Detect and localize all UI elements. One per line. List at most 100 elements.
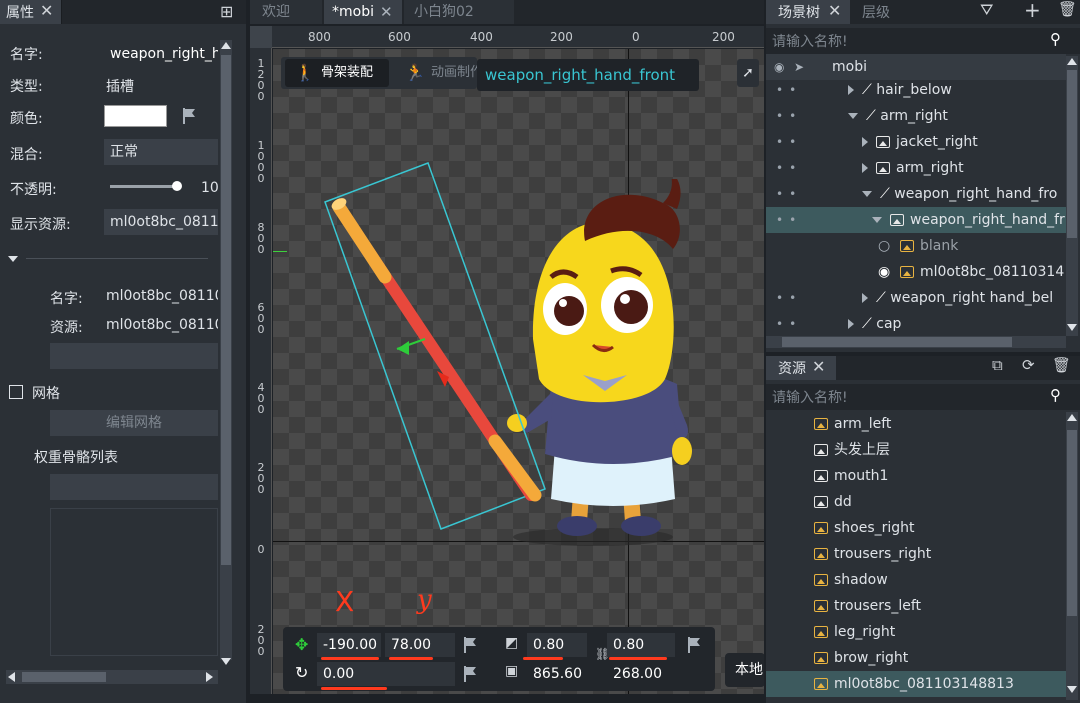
scroll-left-arrow-icon[interactable] (8, 672, 15, 682)
asset-item[interactable]: arm_left (766, 411, 1066, 437)
search-icon[interactable]: ⚲ (1050, 30, 1061, 48)
opacity-slider-handle[interactable] (172, 181, 182, 191)
edit-mesh-button[interactable]: 编辑网格 (50, 410, 218, 436)
asset-item[interactable]: 头发上层 (766, 437, 1066, 463)
canvas-viewport[interactable]: 🚶 骨架装配 🏃 动画制作 weapon_right_hand_front ➚ … (273, 49, 764, 694)
expand-arrow-icon[interactable] (862, 137, 868, 147)
scale-x-field[interactable]: 0.80 (527, 633, 587, 657)
asset-item-selected[interactable]: ml0ot8bc_081103148813 (766, 671, 1066, 697)
tab-mobi[interactable]: *mobi ✕ (324, 0, 402, 24)
asset-item[interactable]: shadow (766, 567, 1066, 593)
radio-icon[interactable]: ○ (878, 233, 890, 259)
tab-welcome[interactable]: 欢迎 (250, 0, 322, 24)
tree-row[interactable]: •• ⟋ weapon_right_hand_fro (766, 181, 1066, 207)
opacity-slider-track[interactable] (110, 185, 180, 188)
expand-arrow-icon[interactable] (862, 293, 868, 303)
keyframe-flag-icon[interactable] (463, 636, 477, 654)
close-icon[interactable]: ✕ (812, 357, 825, 376)
visibility-dots[interactable]: •• (776, 77, 802, 103)
visibility-dots[interactable]: •• (776, 103, 802, 129)
display-select[interactable]: ml0ot8bc_0811 (104, 209, 218, 235)
assets-scroll-thumb[interactable] (1067, 430, 1077, 616)
delete-icon[interactable]: 🗑 (1052, 356, 1071, 374)
visibility-dots[interactable]: •• (776, 181, 802, 207)
weight-bone-input[interactable] (50, 474, 218, 500)
visibility-dots[interactable]: •• (776, 129, 802, 155)
scroll-up-arrow-icon[interactable] (1067, 414, 1077, 421)
scene-tree-tab[interactable]: 场景树 ✕ (766, 0, 850, 24)
tree-row[interactable]: ○ blank (766, 233, 1066, 259)
assets-search-input[interactable]: 请输入名称! ⚲ (766, 384, 1080, 410)
tree-row-selected[interactable]: •• weapon_right_hand_fr (766, 207, 1066, 233)
delete-icon[interactable]: 🗑 (1058, 0, 1077, 18)
animation-mode-button[interactable]: 🏃 动画制作 (397, 59, 477, 87)
asset-item[interactable]: dd (766, 489, 1066, 515)
scroll-up-arrow-icon[interactable] (221, 42, 231, 49)
visibility-dots[interactable]: •• (776, 207, 802, 233)
blend-select[interactable]: 正常 (104, 139, 218, 165)
import-icon[interactable]: ⧉ (992, 356, 1003, 374)
layout-icon[interactable]: ⊞ (220, 2, 233, 21)
color-swatch[interactable] (104, 105, 167, 127)
keyframe-flag-icon[interactable] (463, 665, 477, 683)
visibility-dots[interactable]: •• (776, 285, 802, 311)
asset-item[interactable]: trousers_right (766, 541, 1066, 567)
close-icon[interactable]: ✕ (380, 0, 393, 24)
weight-bone-list[interactable] (50, 508, 218, 656)
scale-y-field[interactable]: 0.80 (607, 633, 675, 657)
add-icon[interactable]: + (1024, 0, 1041, 22)
asset-item[interactable]: trousers_left (766, 593, 1066, 619)
skeleton-mode-button[interactable]: 🚶 骨架装配 (285, 59, 389, 87)
tree-row[interactable]: •• ⟋ cap (766, 311, 1066, 337)
collapse-arrow-icon[interactable] (872, 217, 882, 223)
keyframe-flag-icon[interactable] (182, 107, 196, 125)
scroll-down-arrow-icon[interactable] (221, 658, 231, 665)
expand-arrow-icon[interactable] (862, 163, 868, 173)
mesh-checkbox[interactable] (9, 385, 23, 399)
refresh-icon[interactable]: ⟳ (1022, 356, 1035, 374)
local-space-button[interactable]: 本地 (725, 653, 764, 687)
tree-row[interactable]: •• arm_right (766, 155, 1066, 181)
width-field[interactable]: 865.60 (527, 662, 595, 686)
filter-icon[interactable]: ⛛ (980, 0, 993, 20)
select-tool-button[interactable]: ➚ (737, 59, 759, 87)
scroll-down-arrow-icon[interactable] (1067, 686, 1077, 693)
collapse-arrow-icon[interactable] (8, 256, 18, 262)
visibility-dots[interactable]: •• (776, 311, 802, 337)
tree-row[interactable]: •• ⟋ arm_right (766, 103, 1066, 129)
hierarchy-tab[interactable]: 层级 ⛛ + 🗑 (850, 0, 1080, 24)
visibility-dots[interactable]: •• (776, 155, 802, 181)
collapse-arrow-icon[interactable] (862, 191, 872, 197)
close-icon[interactable]: ✕ (828, 1, 841, 20)
asset-item[interactable]: brow_right (766, 645, 1066, 671)
rotation-field[interactable]: 0.00 (317, 662, 455, 686)
asset-item[interactable]: shoes_right (766, 515, 1066, 541)
asset-item[interactable]: mouth1 (766, 463, 1066, 489)
tree-row[interactable]: •• ⟋ weapon_right hand_bel (766, 285, 1066, 311)
scene-search-input[interactable]: 请输入名称! ⚲ (766, 28, 1080, 54)
height-field[interactable]: 268.00 (607, 662, 675, 686)
resource-preview-bar[interactable] (50, 343, 218, 369)
tab-puppy[interactable]: 小白狗02 (404, 0, 514, 24)
scroll-down-arrow-icon[interactable] (1067, 324, 1077, 331)
scroll-right-arrow-icon[interactable] (206, 672, 213, 682)
position-x-field[interactable]: -190.00 (317, 633, 381, 657)
keyframe-flag-icon[interactable] (687, 636, 701, 654)
expand-arrow-icon[interactable] (848, 85, 854, 95)
radio-selected-icon[interactable]: ◉ (878, 259, 890, 285)
collapse-arrow-icon[interactable] (848, 113, 858, 119)
tree-row[interactable]: •• jacket_right (766, 129, 1066, 155)
assets-tab[interactable]: 资源 ✕ (766, 356, 836, 380)
left-hscroll-thumb[interactable] (22, 672, 106, 682)
tree-row[interactable]: •• ⟋ hair_below (766, 77, 1066, 103)
tree-hscroll-thumb[interactable] (782, 337, 1012, 347)
position-y-field[interactable]: 78.00 (385, 633, 455, 657)
search-icon[interactable]: ⚲ (1050, 386, 1061, 404)
tree-scroll-thumb[interactable] (1067, 70, 1077, 238)
name-field[interactable]: weapon_right_h (104, 41, 218, 67)
tree-row[interactable]: ◉ ml0ot8bc_08110314 (766, 259, 1066, 285)
asset-item[interactable]: leg_right (766, 619, 1066, 645)
expand-arrow-icon[interactable] (848, 319, 854, 329)
close-icon[interactable]: ✕ (40, 1, 53, 20)
scroll-up-arrow-icon[interactable] (1067, 58, 1077, 65)
